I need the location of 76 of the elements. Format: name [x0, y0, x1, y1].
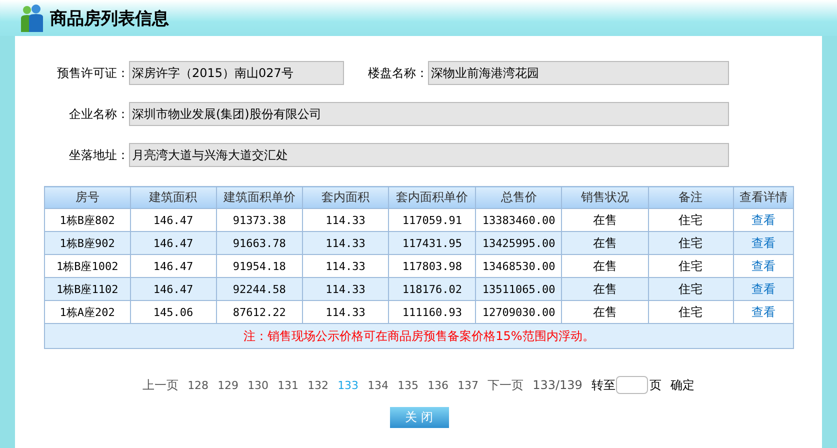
- column-header: 总售价: [476, 186, 562, 208]
- table-cell: 13425995.00: [476, 232, 562, 254]
- table-cell: 住宅: [648, 208, 734, 232]
- table-cell: 13511065.00: [476, 278, 562, 300]
- field-label: 预售许可证：: [56, 64, 129, 82]
- table-cell: 146.47: [130, 254, 216, 278]
- table-cell: 在售: [562, 254, 648, 278]
- table-cell: 在售: [562, 232, 648, 254]
- table-cell: 住宅: [648, 278, 734, 300]
- input-field[interactable]: 深圳市物业发展(集团)股份有限公司: [129, 102, 729, 126]
- table-cell: 13383460.00: [476, 208, 562, 232]
- column-header: 查看详情: [733, 186, 794, 208]
- table-cell: 住宅: [648, 232, 734, 254]
- table-cell: 住宅: [648, 254, 734, 278]
- page-link[interactable]: 134: [368, 378, 389, 392]
- table-cell: 91373.38: [216, 208, 302, 232]
- table-cell: 114.33: [302, 300, 388, 324]
- table-cell: 117803.98: [388, 254, 476, 278]
- page-link[interactable]: 131: [278, 378, 299, 392]
- table-cell: 146.47: [130, 278, 216, 300]
- table-cell: 145.06: [130, 300, 216, 324]
- page-link[interactable]: 136: [428, 378, 449, 392]
- table-cell: 92244.58: [216, 278, 302, 300]
- column-header: 备注: [648, 186, 734, 208]
- page-count: 133/139: [532, 378, 582, 392]
- page-link[interactable]: 129: [218, 378, 239, 392]
- price-note: 注：销售现场公示价格可在商品房预售备案价格15%范围内浮动。: [44, 324, 794, 348]
- page-link[interactable]: 128: [188, 378, 209, 392]
- table-cell: 1栋B座902: [44, 232, 130, 254]
- column-header: 建筑面积单价: [216, 186, 302, 208]
- people-icon: [20, 4, 44, 32]
- table-cell: 在售: [562, 208, 648, 232]
- table-cell: 146.47: [130, 208, 216, 232]
- table-cell: 在售: [562, 278, 648, 300]
- field-label: 企业名称：: [68, 106, 129, 122]
- input-field[interactable]: 深房许字（2015）南山027号: [129, 61, 344, 85]
- page-link[interactable]: 130: [248, 378, 269, 392]
- table-cell: 1栋B座1102: [44, 278, 130, 300]
- table-cell: 12709030.00: [476, 300, 562, 324]
- table-cell: 146.47: [130, 232, 216, 254]
- field-label: 坐落地址：: [68, 146, 129, 164]
- confirm-link[interactable]: 确定: [670, 376, 694, 394]
- goto-label: 转至: [591, 376, 616, 394]
- next-page-link[interactable]: 下一页: [488, 376, 524, 394]
- table-cell: 13468530.00: [476, 254, 562, 278]
- input-field[interactable]: 月亮湾大道与兴海大道交汇处: [129, 143, 729, 167]
- table-cell: 114.33: [302, 232, 388, 254]
- prev-page-link[interactable]: 上一页: [142, 376, 179, 394]
- table-cell: 114.33: [302, 254, 388, 278]
- column-header: 套内面积: [302, 186, 388, 208]
- column-header: 房号: [44, 186, 130, 208]
- table-cell: 1栋B座802: [44, 208, 130, 232]
- page-unit: 页: [649, 376, 662, 394]
- table-cell: 住宅: [648, 300, 734, 324]
- column-header: 销售状况: [562, 186, 648, 208]
- table-cell: 114.33: [302, 278, 388, 300]
- table-cell: 117431.95: [388, 232, 476, 254]
- table-cell: 117059.91: [388, 208, 476, 232]
- field-label: 楼盘名称：: [367, 64, 428, 82]
- input-field[interactable]: 深物业前海港湾花园: [428, 61, 729, 85]
- page-title: 商品房列表信息: [50, 8, 169, 30]
- table-cell: 在售: [562, 300, 648, 324]
- page-link[interactable]: 137: [458, 378, 479, 392]
- page-link[interactable]: 135: [398, 378, 419, 392]
- table-cell: 1栋B座1002: [44, 254, 130, 278]
- table-cell: 114.33: [302, 208, 388, 232]
- table-cell: 118176.02: [388, 278, 476, 300]
- page-input[interactable]: [616, 376, 648, 394]
- table-cell: 91663.78: [216, 232, 302, 254]
- table-cell: 87612.22: [216, 300, 302, 324]
- table-cell: 1栋A座202: [44, 300, 130, 324]
- table-cell: 111160.93: [388, 300, 476, 324]
- table-cell: 91954.18: [216, 254, 302, 278]
- column-header: 套内面积单价: [388, 186, 476, 208]
- page-link[interactable]: 132: [308, 378, 329, 392]
- column-header: 建筑面积: [130, 186, 216, 208]
